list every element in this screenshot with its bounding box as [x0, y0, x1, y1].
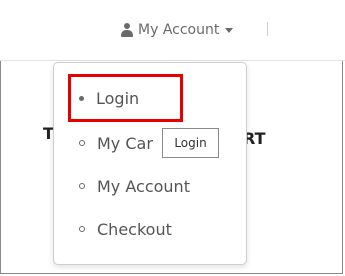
- menu-item-login[interactable]: Login: [79, 86, 139, 110]
- menu-item-label: My Car: [97, 133, 153, 153]
- top-bar: My Account: [0, 0, 345, 60]
- my-account-label: My Account: [138, 22, 220, 38]
- menu-item-label: Checkout: [97, 219, 172, 239]
- my-account-toggle[interactable]: My Account: [120, 20, 234, 40]
- bullet-hollow-icon: [79, 140, 85, 146]
- bullet-hollow-icon: [79, 226, 85, 232]
- header-divider: [267, 22, 268, 36]
- login-tooltip: Login: [162, 128, 219, 158]
- menu-item-my-cart[interactable]: My Car: [79, 131, 153, 155]
- topbar-divider-line: [0, 60, 345, 61]
- user-icon: [120, 23, 134, 37]
- menu-item-label: My Account: [97, 176, 190, 196]
- bullet-hollow-icon: [79, 183, 85, 189]
- account-dropdown-menu: Login My Car My Account Checkout: [53, 62, 247, 265]
- caret-down-icon: [225, 27, 234, 33]
- bullet-filled-icon: [79, 95, 84, 101]
- menu-item-my-account[interactable]: My Account: [79, 174, 190, 198]
- menu-item-label: Login: [96, 88, 140, 108]
- menu-item-checkout[interactable]: Checkout: [79, 217, 172, 241]
